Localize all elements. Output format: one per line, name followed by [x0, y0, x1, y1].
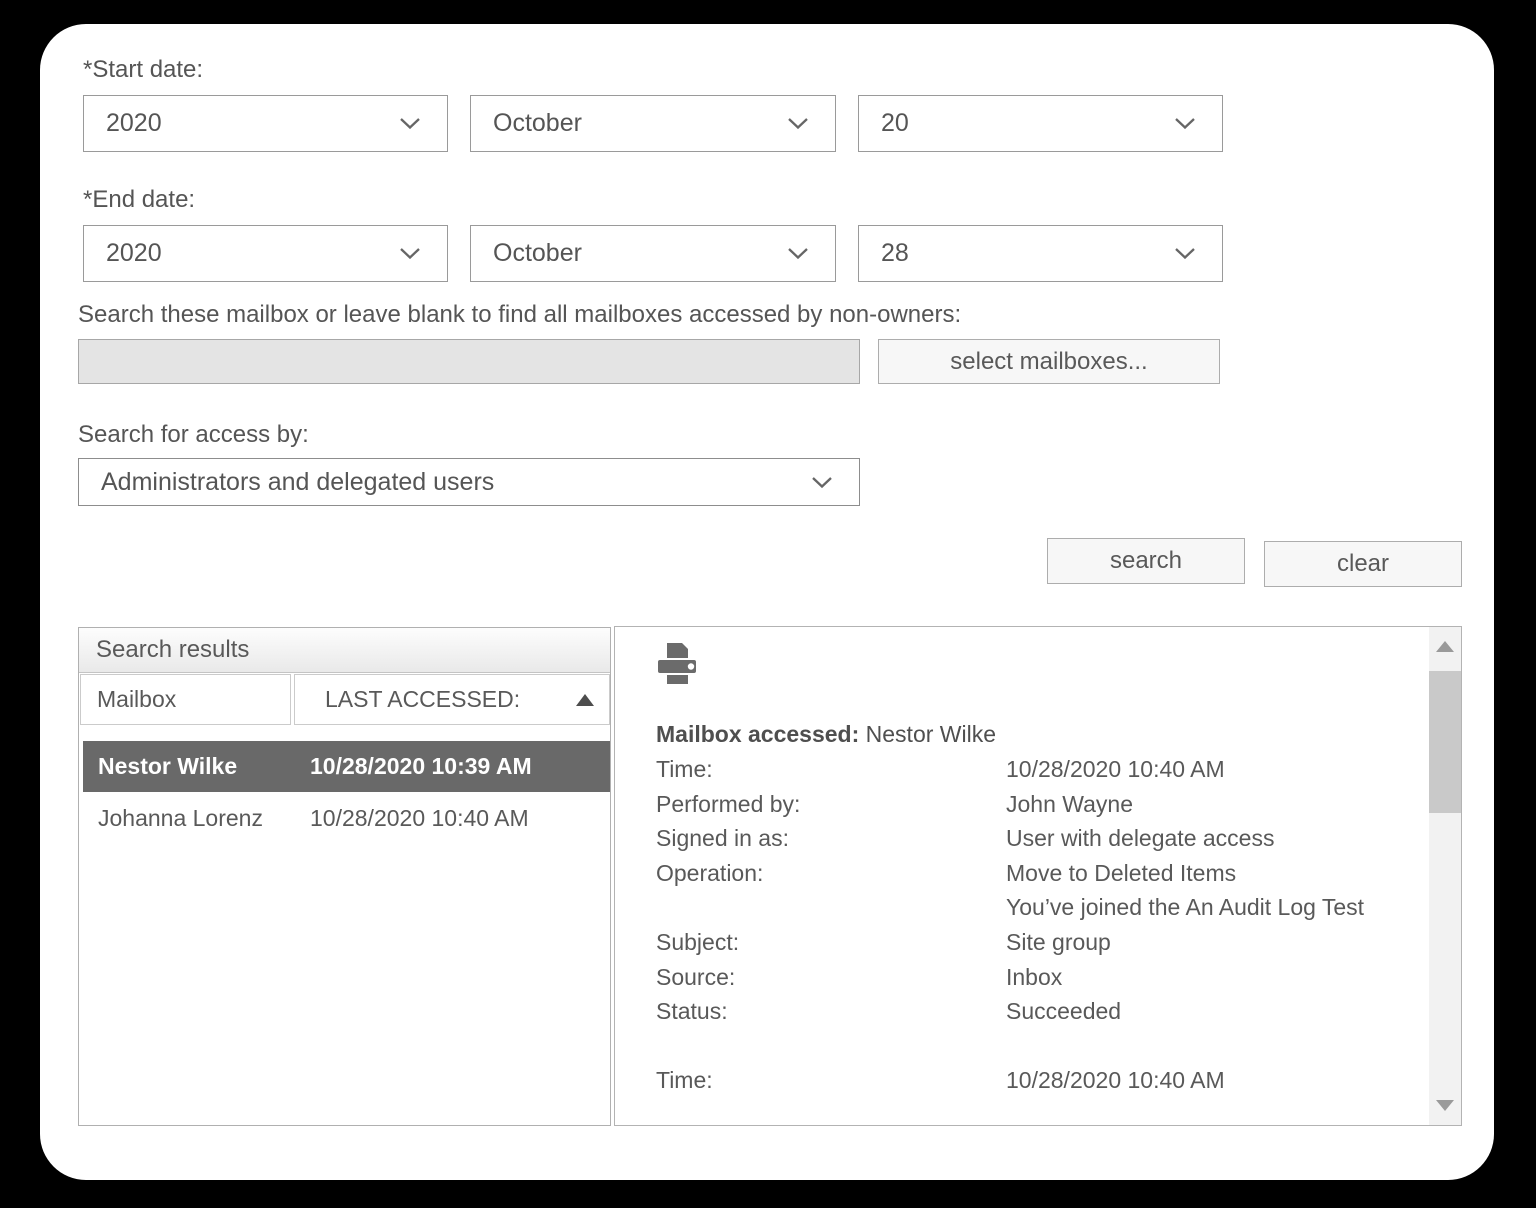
detail-label: Signed in as:	[656, 825, 789, 852]
access-by-value: Administrators and delegated users	[101, 467, 495, 496]
detail-row: Time: 10/28/2020 10:40 AM	[656, 1063, 1401, 1098]
mailbox-search-label: Search these mailbox or leave blank to f…	[78, 301, 962, 328]
chevron-down-icon	[1175, 248, 1195, 260]
scroll-up-icon[interactable]	[1436, 641, 1454, 652]
search-button[interactable]: search	[1047, 538, 1245, 584]
detail-row: Performed by: John Wayne	[656, 787, 1401, 822]
column-header-last-accessed-label: LAST ACCESSED:	[325, 686, 521, 712]
table-row[interactable]: Johanna Lorenz 10/28/2020 10:40 AM	[83, 792, 610, 845]
chevron-down-icon	[400, 118, 420, 130]
end-day-value: 28	[881, 239, 909, 267]
results-rows: Nestor Wilke 10/28/2020 10:39 AM Johanna…	[79, 741, 610, 845]
print-button[interactable]	[656, 642, 700, 690]
start-year-value: 2020	[106, 109, 162, 137]
table-row[interactable]: Nestor Wilke 10/28/2020 10:39 AM	[83, 741, 610, 792]
chevron-down-icon	[788, 248, 808, 260]
detail-value: Inbox	[1006, 963, 1063, 990]
scroll-down-icon[interactable]	[1436, 1100, 1454, 1111]
detail-value: Succeeded	[1006, 998, 1122, 1025]
detail-label: Status:	[656, 998, 728, 1025]
detail-label: Time:	[656, 756, 713, 782]
detail-label	[656, 890, 1006, 925]
end-year-select[interactable]: 2020	[83, 225, 448, 282]
detail-row: You’ve joined the An Audit Log Test	[656, 890, 1401, 925]
printer-icon	[658, 643, 696, 684]
start-day-value: 20	[881, 109, 909, 137]
detail-label	[656, 1029, 1006, 1064]
scrollbar-thumb[interactable]	[1429, 671, 1461, 813]
results-column-header-row: Mailbox LAST ACCESSED:	[79, 673, 610, 727]
end-day-select[interactable]: 28	[858, 225, 1223, 282]
mailbox-accessed-label: Mailbox accessed:	[656, 721, 860, 747]
start-year-select[interactable]: 2020	[83, 95, 448, 152]
column-header-mailbox[interactable]: Mailbox	[80, 674, 291, 725]
column-header-mailbox-label: Mailbox	[97, 686, 177, 712]
access-by-select[interactable]: Administrators and delegated users	[78, 458, 860, 506]
details-panel: Mailbox accessed: Nestor Wilke Time: 10/2…	[614, 626, 1462, 1126]
detail-label: Time:	[656, 1067, 713, 1094]
start-month-value: October	[493, 109, 582, 137]
audit-entries: Time: 10/28/2020 10:40 AM Performed by: Jo…	[656, 752, 1401, 1098]
select-mailboxes-label: select mailboxes...	[950, 347, 1148, 375]
detail-value: You’ve joined the An Audit Log Test	[1006, 894, 1365, 921]
search-button-label: search	[1109, 547, 1183, 574]
search-results-title: Search results	[79, 628, 610, 673]
detail-value: John Wayne	[1006, 790, 1133, 817]
mailbox-search-input[interactable]	[78, 339, 860, 384]
detail-value: 10/28/2020 10:40 AM	[1006, 1067, 1225, 1094]
mailbox-accessed-line: Mailbox accessed: Nestor Wilke	[656, 721, 996, 748]
start-day-select[interactable]: 20	[858, 95, 1223, 152]
detail-row: Signed in as: User with delegate access	[656, 821, 1401, 856]
chevron-down-icon	[1175, 118, 1195, 130]
detail-row: Source: Inbox	[656, 960, 1401, 995]
sort-ascending-icon	[576, 693, 595, 706]
row-last-accessed: 10/28/2020 10:39 AM	[310, 753, 532, 779]
detail-row	[656, 1029, 1401, 1064]
detail-label: Source:	[656, 963, 736, 990]
row-last-accessed: 10/28/2020 10:40 AM	[310, 805, 529, 831]
start-month-select[interactable]: October	[470, 95, 836, 152]
detail-value: Move to Deleted Items	[1006, 859, 1237, 886]
detail-value: 10/28/2020 10:40 AM	[1006, 756, 1225, 782]
clear-button[interactable]: clear	[1264, 541, 1462, 587]
access-by-label: Search for access by:	[78, 421, 309, 448]
scrollbar[interactable]	[1429, 627, 1461, 1125]
detail-label: Operation:	[656, 859, 764, 886]
chevron-down-icon	[400, 248, 420, 260]
end-month-value: October	[493, 239, 582, 267]
start-date-label: *Start date:	[83, 56, 204, 83]
detail-row: Operation: Move to Deleted Items	[656, 856, 1401, 891]
row-mailbox: Nestor Wilke	[98, 753, 238, 779]
detail-value	[1006, 1029, 1401, 1064]
detail-value: User with delegate access	[1006, 825, 1275, 852]
audit-report-page: *Start date: 2020 October 20 *End date: …	[0, 0, 1536, 1208]
end-date-label: *End date:	[83, 186, 196, 213]
row-mailbox: Johanna Lorenz	[98, 805, 263, 831]
end-year-value: 2020	[106, 239, 162, 267]
mailbox-accessed-value: Nestor Wilke	[865, 721, 997, 747]
clear-button-label: clear	[1336, 550, 1390, 577]
detail-label: Subject:	[656, 928, 740, 955]
end-month-select[interactable]: October	[470, 225, 836, 282]
detail-value: Site group	[1006, 928, 1111, 955]
select-mailboxes-button[interactable]: select mailboxes...	[878, 339, 1220, 384]
search-results-panel: Search results Mailbox LAST ACCESSED: Ne…	[78, 627, 611, 1126]
column-header-last-accessed[interactable]: LAST ACCESSED:	[294, 674, 610, 725]
detail-row: Subject: Site group	[656, 925, 1401, 960]
detail-label: Performed by:	[656, 790, 801, 817]
chevron-down-icon	[812, 476, 832, 488]
chevron-down-icon	[788, 118, 808, 130]
detail-row: Time: 10/28/2020 10:40 AM	[656, 752, 1401, 787]
detail-row: Status: Succeeded	[656, 994, 1401, 1029]
